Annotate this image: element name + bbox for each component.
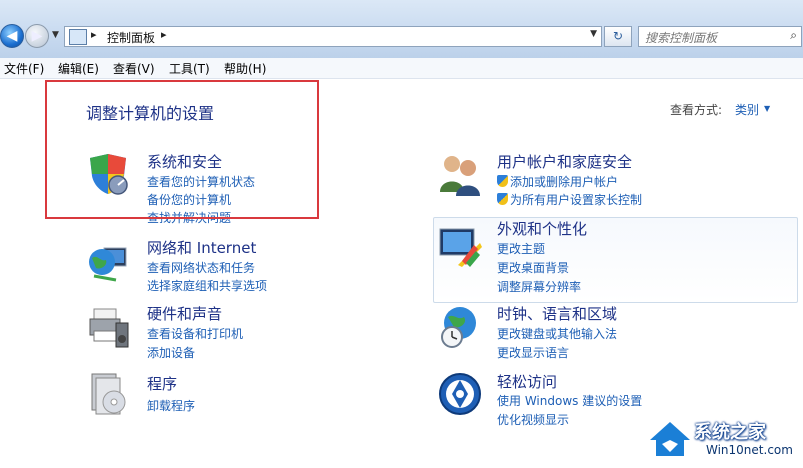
menu-file[interactable]: 文件(F)	[4, 60, 44, 77]
search-box[interactable]: 搜索控制面板 ⌕	[638, 26, 802, 47]
category-user-accounts[interactable]: 用户帐户和家庭安全	[497, 151, 632, 172]
breadcrumb-control-panel[interactable]: 控制面板	[107, 29, 155, 46]
menu-edit[interactable]: 编辑(E)	[58, 60, 99, 77]
link-adjust-resolution[interactable]: 调整屏幕分辨率	[497, 278, 581, 295]
menu-view[interactable]: 查看(V)	[113, 60, 155, 77]
link-parental-controls[interactable]: 为所有用户设置家长控制	[497, 191, 642, 208]
watermark: 系统之家 Win10net.com	[646, 416, 801, 466]
ease-of-access-icon	[439, 373, 481, 415]
search-icon[interactable]: ⌕	[790, 28, 797, 43]
category-network-internet[interactable]: 网络和 Internet	[147, 237, 256, 258]
link-add-device[interactable]: 添加设备	[147, 344, 195, 361]
network-globe-icon	[89, 247, 127, 282]
view-by-arrow-icon[interactable]: ▼	[764, 104, 770, 113]
users-icon	[440, 156, 480, 196]
link-change-theme[interactable]: 更改主题	[497, 240, 545, 257]
house-logo-icon	[650, 422, 690, 456]
link-windows-recommended-settings[interactable]: 使用 Windows 建议的设置	[497, 392, 642, 409]
link-view-network-status[interactable]: 查看网络状态和任务	[147, 259, 255, 276]
back-button[interactable]: ◀	[0, 24, 24, 48]
category-clock-language-region[interactable]: 时钟、语言和区域	[497, 303, 617, 324]
address-dropdown-icon[interactable]: ▼	[590, 29, 597, 39]
link-homegroup-sharing[interactable]: 选择家庭组和共享选项	[147, 277, 267, 294]
breadcrumb-chevron-icon[interactable]: ▸	[161, 28, 167, 41]
appearance-highlight	[433, 217, 798, 303]
link-add-remove-accounts[interactable]: 添加或删除用户帐户	[497, 173, 618, 190]
link-devices-printers[interactable]: 查看设备和打印机	[147, 325, 243, 342]
uac-shield-icon	[497, 193, 508, 205]
category-hardware-sound[interactable]: 硬件和声音	[147, 303, 222, 324]
link-change-keyboard[interactable]: 更改键盘或其他输入法	[497, 325, 617, 342]
watermark-brand: 系统之家	[694, 422, 766, 443]
address-toolbar: ◀ ▶ ▼ ▸ 控制面板 ▸ ▼ ↻ 搜索控制面板 ⌕	[0, 0, 803, 59]
highlight-box	[45, 80, 319, 219]
search-input[interactable]: 搜索控制面板	[645, 29, 717, 46]
link-uninstall-program[interactable]: 卸载程序	[147, 397, 195, 414]
forward-button[interactable]: ▶	[25, 24, 49, 48]
breadcrumb-separator-icon[interactable]: ▸	[91, 28, 97, 41]
category-appearance[interactable]: 外观和个性化	[497, 218, 587, 239]
view-by-label: 查看方式:	[670, 103, 723, 117]
link-optimize-video-display[interactable]: 优化视频显示	[497, 411, 569, 428]
link-change-display-language[interactable]: 更改显示语言	[497, 344, 569, 361]
menu-tools[interactable]: 工具(T)	[169, 60, 210, 77]
programs-icon	[91, 373, 126, 415]
category-programs[interactable]: 程序	[147, 373, 177, 394]
refresh-button[interactable]: ↻	[604, 26, 632, 47]
menu-bar: 文件(F) 编辑(E) 查看(V) 工具(T) 帮助(H)	[0, 58, 803, 79]
category-ease-of-access[interactable]: 轻松访问	[497, 371, 557, 392]
appearance-monitor-icon	[439, 228, 482, 267]
menu-help[interactable]: 帮助(H)	[224, 60, 266, 77]
printer-icon	[89, 308, 129, 348]
watermark-site: Win10net.com	[706, 443, 793, 457]
address-bar[interactable]: ▸ 控制面板 ▸ ▼	[64, 26, 602, 47]
clock-globe-icon	[441, 307, 476, 348]
uac-shield-icon	[497, 175, 508, 187]
recent-pages-dropdown-icon[interactable]: ▼	[52, 30, 59, 40]
link-change-desktop-background[interactable]: 更改桌面背景	[497, 259, 569, 276]
control-panel-icon	[69, 29, 87, 45]
view-by-dropdown[interactable]: 类别	[735, 101, 759, 118]
